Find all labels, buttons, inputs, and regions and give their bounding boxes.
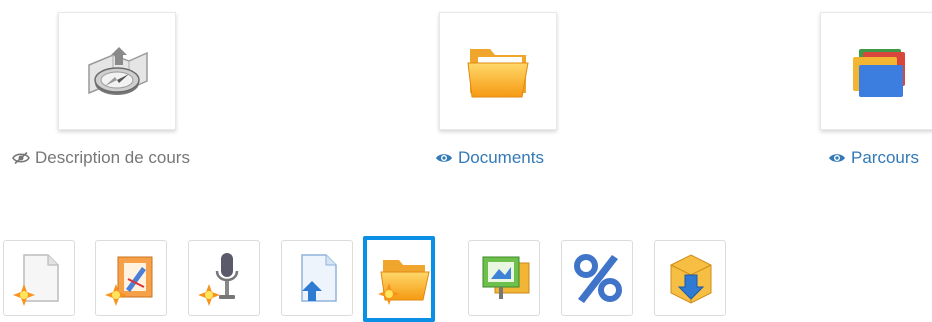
percent-quota-icon — [574, 254, 622, 303]
new-document-button[interactable] — [3, 240, 75, 316]
new-audio-recording-icon — [198, 253, 239, 306]
new-drawing-button[interactable] — [95, 240, 167, 316]
download-box-button[interactable] — [654, 240, 726, 316]
new-folder-button[interactable] — [363, 236, 435, 322]
tile-label-text: Documents — [458, 148, 544, 167]
tile-icon-box[interactable] — [58, 12, 176, 130]
stacked-folders-icon — [853, 49, 905, 97]
new-folder-icon — [378, 260, 430, 305]
eye-slash-icon — [12, 152, 30, 164]
tile-icon-box[interactable] — [820, 12, 932, 130]
tile-label-text: Description de cours — [35, 148, 190, 167]
upload-to-document-icon — [301, 254, 337, 302]
tile-label[interactable]: Parcours — [828, 148, 919, 168]
eye-icon — [829, 154, 845, 162]
download-box-icon — [670, 254, 712, 304]
folder-icon — [467, 49, 529, 98]
new-audio-recording-button[interactable] — [188, 240, 260, 316]
new-drawing-icon — [105, 256, 153, 306]
tile-icon-box[interactable] — [439, 12, 557, 130]
tile-label-text: Parcours — [851, 148, 920, 167]
compass-map-icon — [88, 47, 148, 95]
slideshow-button[interactable] — [468, 240, 540, 316]
tile-label[interactable]: Description de cours — [12, 148, 190, 168]
new-document-icon — [13, 254, 59, 306]
percent-quota-button[interactable] — [561, 240, 633, 316]
upload-to-document-button[interactable] — [281, 240, 353, 316]
eye-icon — [436, 154, 452, 162]
slideshow-icon — [482, 256, 530, 299]
tile-label[interactable]: Documents — [435, 148, 544, 168]
